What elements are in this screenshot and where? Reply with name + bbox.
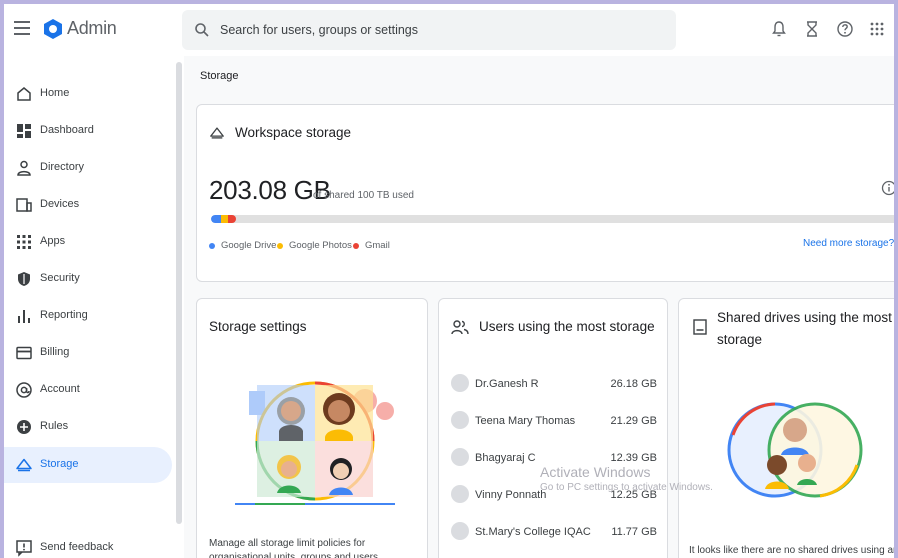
credit-card-icon bbox=[16, 346, 32, 360]
need-more-storage-link[interactable]: Need more storage? bbox=[803, 238, 894, 249]
sidebar-item-security[interactable]: Security bbox=[4, 261, 172, 297]
user-name: St.Mary's College IQAC bbox=[475, 526, 591, 538]
apps-launcher-icon[interactable] bbox=[868, 20, 886, 38]
breadcrumb: Storage bbox=[200, 70, 239, 82]
avatar bbox=[451, 411, 469, 429]
sidebar-item-apps[interactable]: Apps bbox=[4, 224, 172, 260]
activate-windows-watermark: Activate Windows bbox=[540, 464, 651, 480]
sidebar-item-devices[interactable]: Devices bbox=[4, 187, 172, 223]
shared-drives-illustration bbox=[727, 402, 863, 498]
workspace-storage-card: Workspace storage 203.08 GB of shared 10… bbox=[196, 104, 894, 282]
legend-gmail: Gmail bbox=[353, 240, 390, 251]
main-menu-icon[interactable] bbox=[14, 21, 30, 35]
cloud-icon bbox=[16, 458, 32, 472]
person-icon bbox=[17, 160, 31, 176]
avatar bbox=[451, 522, 469, 540]
legend-google-photos: Google Photos bbox=[277, 240, 352, 251]
storage-settings-title: Storage settings bbox=[209, 319, 307, 334]
sidebar-item-label: Directory bbox=[40, 161, 85, 173]
sidebar-item-label: Home bbox=[40, 87, 70, 99]
search-icon bbox=[195, 23, 209, 37]
user-row[interactable]: Dr.Ganesh R 26.18 GB bbox=[439, 366, 667, 402]
send-feedback-button[interactable]: Send feedback bbox=[4, 530, 172, 558]
storage-used-caption: of shared 100 TB used bbox=[313, 190, 414, 201]
workspace-storage-title: Workspace storage bbox=[235, 125, 352, 140]
user-name: Vinny Ponnath bbox=[475, 489, 547, 501]
apps-grid-icon bbox=[17, 235, 31, 249]
people-collage-illustration bbox=[235, 381, 395, 505]
feedback-icon bbox=[16, 540, 32, 557]
sidebar-item-billing[interactable]: Billing bbox=[4, 335, 172, 371]
search-bar[interactable] bbox=[182, 10, 676, 50]
user-storage-size: 11.77 GB bbox=[611, 526, 657, 538]
shield-icon bbox=[18, 272, 30, 286]
user-row[interactable]: Teena Mary Thomas 21.29 GB bbox=[439, 403, 667, 439]
cloud-icon bbox=[210, 127, 224, 139]
user-storage-size: 12.39 GB bbox=[610, 452, 657, 464]
user-row[interactable]: St.Mary's College IQAC 11.77 GB bbox=[439, 514, 667, 550]
avatar bbox=[451, 374, 469, 392]
shared-drives-title: Shared drives using the most bbox=[717, 310, 892, 325]
notifications-bell-icon[interactable] bbox=[770, 20, 788, 38]
user-name: Dr.Ganesh R bbox=[475, 378, 539, 390]
home-icon bbox=[17, 87, 31, 101]
drive-usage-segment bbox=[211, 215, 221, 223]
gmail-usage-segment bbox=[228, 215, 236, 223]
sidebar-item-directory[interactable]: Directory bbox=[4, 150, 172, 186]
user-name: Teena Mary Thomas bbox=[475, 415, 576, 427]
help-icon[interactable] bbox=[836, 20, 854, 38]
sidebar-item-label: Account bbox=[40, 383, 80, 395]
rules-icon bbox=[17, 420, 31, 434]
avatar bbox=[451, 485, 469, 503]
storage-usage-bar bbox=[211, 215, 894, 223]
user-name: Bhagyaraj C bbox=[475, 452, 536, 464]
avatar bbox=[451, 448, 469, 466]
sidebar-item-label: Apps bbox=[40, 235, 66, 247]
sidebar-nav: Home Dashboard Directory Devices Apps Se… bbox=[4, 56, 176, 558]
sidebar-item-label: Billing bbox=[40, 346, 70, 358]
admin-console-window: Admin Search for users, groups or settin… bbox=[4, 4, 894, 558]
search-input[interactable] bbox=[220, 20, 660, 40]
shared-drive-icon bbox=[693, 319, 707, 335]
people-icon bbox=[451, 320, 469, 335]
sidebar-item-home[interactable]: Home bbox=[4, 76, 172, 112]
sidebar-item-dashboard[interactable]: Dashboard bbox=[4, 113, 172, 149]
main-content: Storage Workspace storage 203.08 GB of s… bbox=[184, 56, 894, 558]
sidebar-item-label: Dashboard bbox=[40, 124, 94, 136]
sidebar-item-reporting[interactable]: Reporting bbox=[4, 298, 172, 334]
activate-windows-subtitle: Go to PC settings to activate Windows. bbox=[540, 482, 713, 493]
top-users-title: Users using the most storage bbox=[479, 319, 655, 334]
sidebar-item-label: Storage bbox=[40, 458, 79, 470]
sidebar-item-label: Send feedback bbox=[40, 541, 114, 553]
legend-google-drive: Google Drive bbox=[209, 240, 276, 251]
app-title: Admin bbox=[67, 18, 117, 38]
at-sign-icon bbox=[16, 382, 32, 398]
sidebar-item-storage[interactable]: Storage bbox=[4, 447, 172, 483]
sidebar-item-label: Security bbox=[40, 272, 80, 284]
shared-drives-storage-card: Shared drives using the most storage It … bbox=[678, 298, 894, 558]
storage-settings-card[interactable]: Storage settings Manage all storage limi… bbox=[196, 298, 428, 558]
shared-drives-title-line2: storage bbox=[717, 332, 763, 347]
sidebar-scrollbar[interactable] bbox=[176, 62, 182, 524]
sidebar-item-account[interactable]: Account bbox=[4, 372, 172, 408]
info-icon[interactable] bbox=[881, 180, 894, 196]
tasks-hourglass-icon[interactable] bbox=[803, 20, 821, 38]
sidebar-item-label: Rules bbox=[40, 420, 69, 432]
admin-logo-icon[interactable] bbox=[42, 18, 64, 40]
user-storage-size: 21.29 GB bbox=[610, 415, 657, 427]
sidebar-item-label: Devices bbox=[40, 198, 80, 210]
bar-chart-icon bbox=[18, 310, 30, 323]
storage-settings-description: Manage all storage limit policies for or… bbox=[209, 538, 378, 558]
photos-usage-segment bbox=[221, 215, 228, 223]
devices-icon bbox=[16, 198, 32, 212]
sidebar-item-label: Reporting bbox=[40, 309, 88, 321]
dashboard-icon bbox=[17, 124, 31, 138]
top-users-storage-card: Users using the most storage Dr.Ganesh R… bbox=[438, 298, 668, 558]
top-bar: Admin bbox=[4, 4, 894, 56]
user-storage-size: 26.18 GB bbox=[610, 378, 657, 390]
sidebar-item-rules[interactable]: Rules bbox=[4, 409, 172, 445]
shared-drives-empty-message: It looks like there are no shared drives… bbox=[689, 545, 894, 556]
